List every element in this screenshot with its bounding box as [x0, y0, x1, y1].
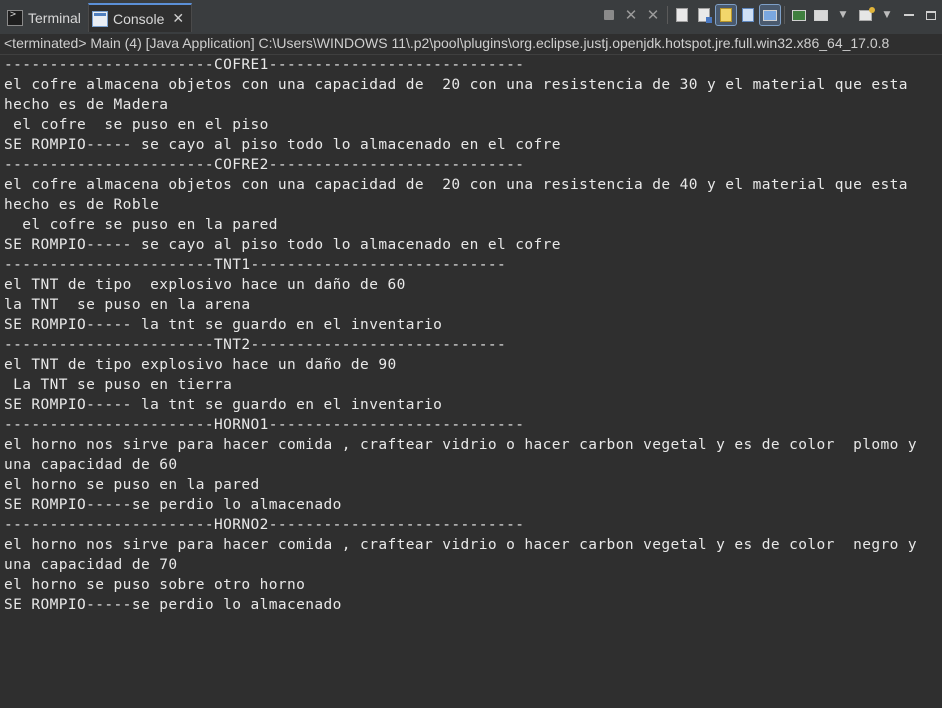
terminate-icon[interactable] — [599, 5, 619, 25]
toolbar-separator — [667, 6, 668, 24]
console-line: el horno se puso sobre otro horno — [4, 577, 306, 593]
console-toolbar: ✕ ✕ ▼ ▼ — [598, 4, 942, 26]
console-output[interactable]: -----------------------COFRE1-----------… — [4, 55, 938, 705]
console-icon — [92, 10, 108, 27]
console-line: -----------------------TNT2-------------… — [4, 337, 507, 353]
console-view: Terminal Console ✕ ✕ ✕ ▼ ▼ <termin — [0, 0, 942, 708]
console-line: el cofre almacena objetos con una capaci… — [4, 77, 908, 93]
console-line: -----------------------TNT1-------------… — [4, 257, 507, 273]
console-line: La TNT se puso en tierra — [4, 377, 233, 393]
toolbar-separator — [784, 6, 785, 24]
maximize-icon[interactable] — [921, 5, 941, 25]
console-line: una capacidad de 70 — [4, 557, 178, 573]
console-line: SE ROMPIO----- se cayo al piso todo lo a… — [4, 237, 561, 253]
view-tab-bar: Terminal Console ✕ ✕ ✕ ▼ ▼ — [0, 0, 942, 35]
console-line: SE ROMPIO----- la tnt se guardo en el in… — [4, 397, 443, 413]
console-line: el horno nos sirve para hacer comida , c… — [4, 437, 917, 453]
console-line: el cofre se puso en el piso — [4, 117, 269, 133]
console-line: el TNT de tipo explosivo hace un daño de… — [4, 357, 397, 373]
clear-console-icon[interactable] — [672, 5, 692, 25]
terminal-icon — [7, 9, 23, 26]
console-line: -----------------------HORNO1-----------… — [4, 417, 525, 433]
word-wrap-icon[interactable] — [715, 4, 737, 26]
pin-console-icon[interactable] — [789, 5, 809, 25]
display-console-dropdown-icon[interactable]: ▼ — [833, 5, 853, 25]
console-line: el TNT de tipo explosivo hace un daño de… — [4, 277, 406, 293]
tab-console[interactable]: Console ✕ — [88, 3, 192, 32]
console-line: -----------------------HORNO2-----------… — [4, 517, 525, 533]
console-line: SE ROMPIO-----se perdio lo almacenado — [4, 597, 342, 613]
console-line: SE ROMPIO----- la tnt se guardo en el in… — [4, 317, 443, 333]
show-when-stderr-icon[interactable] — [759, 4, 781, 26]
console-line: una capacidad de 60 — [4, 457, 178, 473]
console-line: hecho es de Roble — [4, 197, 160, 213]
console-line: hecho es de Madera — [4, 97, 169, 113]
display-selected-console-icon[interactable] — [811, 5, 831, 25]
console-line: el horno se puso en la pared — [4, 477, 260, 493]
tab-console-label: Console — [113, 10, 165, 27]
console-line: el cofre se puso en la pared — [4, 217, 278, 233]
console-line: SE ROMPIO----- se cayo al piso todo lo a… — [4, 137, 561, 153]
minimize-icon[interactable] — [899, 5, 919, 25]
console-line: el cofre almacena objetos con una capaci… — [4, 177, 908, 193]
remove-all-terminated-icon[interactable]: ✕ — [643, 5, 663, 25]
remove-launch-icon[interactable]: ✕ — [621, 5, 641, 25]
close-icon[interactable]: ✕ — [172, 10, 184, 27]
view-menu-icon[interactable]: ▼ — [877, 5, 897, 25]
launch-status-line: <terminated> Main (4) [Java Application]… — [0, 34, 942, 54]
tab-terminal[interactable]: Terminal — [4, 4, 86, 32]
console-line: la TNT se puso en la arena — [4, 297, 251, 313]
tab-terminal-label: Terminal — [28, 10, 81, 26]
scroll-lock-icon[interactable] — [694, 5, 714, 25]
console-line: el horno nos sirve para hacer comida , c… — [4, 537, 917, 553]
show-when-stdout-icon[interactable] — [738, 5, 758, 25]
open-console-icon[interactable] — [855, 5, 875, 25]
console-line: SE ROMPIO-----se perdio lo almacenado — [4, 497, 342, 513]
console-line: -----------------------COFRE1-----------… — [4, 57, 525, 73]
console-line: -----------------------COFRE2-----------… — [4, 157, 525, 173]
